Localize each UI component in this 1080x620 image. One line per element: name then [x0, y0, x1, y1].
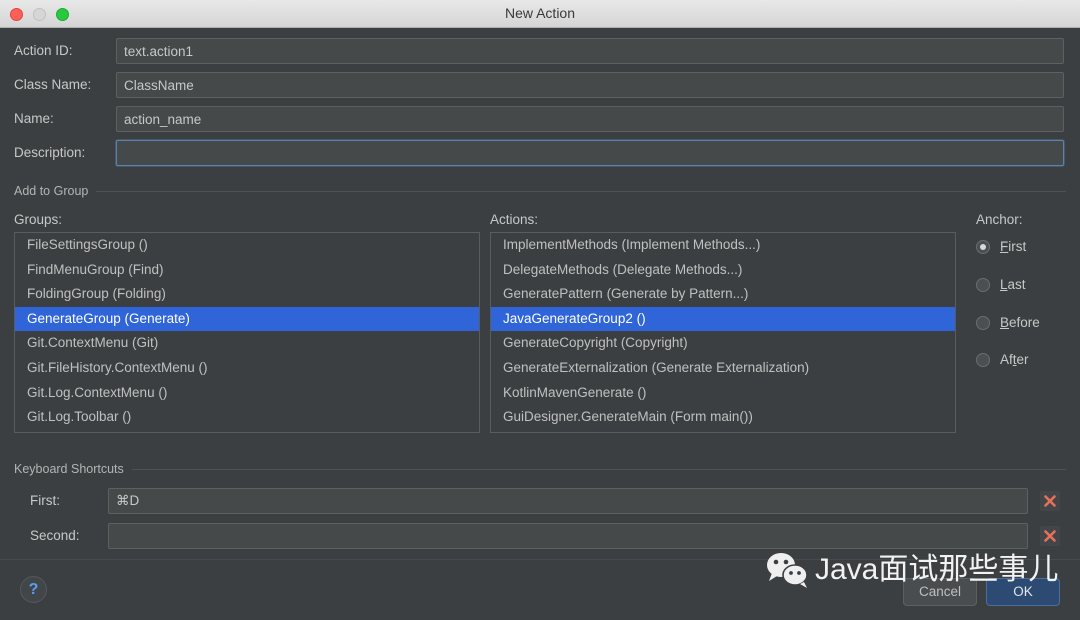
group-item-label: Git.FileHistory.ContextMenu (): [27, 359, 208, 375]
anchor-caption: Anchor:: [976, 212, 1023, 227]
action-item[interactable]: GeneratePattern (Generate by Pattern...): [491, 282, 955, 307]
second-shortcut-input[interactable]: [108, 523, 1028, 549]
group-item[interactable]: Git.Log.ContextMenu (): [15, 381, 479, 406]
action-item-label: ImplementMethods (Implement Methods...): [503, 237, 761, 252]
group-item-label: FileSettingsGroup (): [27, 237, 148, 252]
groups-list[interactable]: FileSettingsGroup () FindMenuGroup (Find)…: [14, 232, 480, 433]
name-label: Name:: [14, 111, 54, 126]
form-row-class-name: Class Name:: [0, 72, 1080, 98]
cancel-button[interactable]: Cancel: [903, 578, 977, 606]
action-item-label: GenerateExternalization (Generate Extern…: [503, 359, 810, 375]
action-item[interactable]: GenerateExternalization (Generate Extern…: [491, 356, 955, 381]
action-item-label: GeneratePattern (Generate by Pattern...): [503, 286, 749, 302]
action-item[interactable]: KotlinMavenGenerate (): [491, 381, 955, 406]
group-item[interactable]: Git.FileHistory.ContextMenu (): [15, 356, 479, 381]
anchor-radio-first[interactable]: First: [976, 236, 1076, 261]
form-row-description: Description:: [0, 140, 1080, 166]
anchor-radio-label: First: [1000, 239, 1027, 254]
footer-divider: [0, 559, 1080, 560]
name-input[interactable]: [116, 106, 1064, 132]
class-name-input[interactable]: [116, 72, 1064, 98]
keyboard-shortcuts-section-header: Keyboard Shortcuts: [0, 461, 1080, 477]
title-bar: New Action: [0, 0, 1080, 28]
radio-indicator: [976, 278, 990, 292]
clear-second-shortcut-button[interactable]: [1040, 526, 1060, 546]
action-item[interactable]: DelegateMethods (Delegate Methods...): [491, 258, 955, 283]
groups-caption: Groups:: [14, 212, 63, 227]
new-action-dialog: New Action Action ID: Class Name: Name: …: [0, 0, 1080, 620]
anchor-radio-label: After: [1000, 352, 1029, 367]
anchor-radio-label: Before: [1000, 315, 1040, 330]
action-item[interactable]: JavaGenerateGroup2 (): [491, 306, 955, 332]
group-item[interactable]: FileSettingsGroup (): [15, 233, 479, 258]
radio-indicator: [976, 240, 990, 254]
radio-indicator: [976, 353, 990, 367]
clear-first-shortcut-button[interactable]: [1040, 491, 1060, 511]
keyboard-shortcuts-label: Keyboard Shortcuts: [14, 461, 132, 477]
group-item-label: Git.Log.ContextMenu (): [27, 384, 168, 400]
action-item[interactable]: ImplementMethods (Implement Methods...): [491, 233, 955, 258]
group-item[interactable]: FoldingGroup (Folding): [15, 282, 479, 307]
anchor-radio-label: Last: [1000, 277, 1026, 292]
form-row-name: Name:: [0, 106, 1080, 132]
group-item[interactable]: Git.Log.Toolbar (): [15, 405, 479, 430]
description-input[interactable]: [116, 140, 1064, 166]
group-item[interactable]: Git.ContextMenu (Git): [15, 331, 479, 356]
anchor-radio-last[interactable]: Last: [976, 274, 1076, 299]
group-item-label: GenerateGroup (Generate): [27, 310, 190, 326]
group-item-label: FoldingGroup (Folding): [27, 286, 166, 302]
anchor-radio-after[interactable]: After: [976, 349, 1076, 374]
action-item-label: KotlinMavenGenerate (): [503, 384, 647, 400]
first-shortcut-label: First:: [30, 493, 60, 508]
form-row-action-id: Action ID:: [0, 38, 1080, 64]
close-x-icon: [1044, 495, 1056, 507]
close-x-icon: [1044, 530, 1056, 542]
action-id-label: Action ID:: [14, 43, 73, 58]
second-shortcut-label: Second:: [30, 528, 80, 543]
action-item-label: DelegateMethods (Delegate Methods...): [503, 261, 743, 277]
ok-button[interactable]: OK: [986, 578, 1060, 606]
radio-indicator: [976, 316, 990, 330]
window-title: New Action: [504, 5, 576, 21]
action-item[interactable]: GuiDesigner.GenerateMain (Form main()): [491, 405, 955, 430]
help-button[interactable]: ?: [20, 576, 47, 603]
group-item-label: Git.Log.Toolbar (): [27, 409, 132, 425]
group-item[interactable]: FindMenuGroup (Find): [15, 258, 479, 283]
description-label: Description:: [14, 145, 86, 160]
wechat-icon: [767, 553, 808, 588]
add-to-group-section-header: Add to Group: [0, 183, 1080, 199]
actions-caption: Actions:: [490, 212, 539, 227]
group-item[interactable]: GenerateGroup (Generate): [15, 306, 479, 332]
group-item-label: Git.ContextMenu (Git): [27, 335, 159, 351]
actions-list[interactable]: ImplementMethods (Implement Methods...) D…: [490, 232, 956, 433]
first-shortcut-input[interactable]: [108, 488, 1028, 514]
add-to-group-label: Add to Group: [14, 183, 97, 199]
action-item-label: JavaGenerateGroup2 (): [503, 310, 646, 326]
action-item-label: GenerateCopyright (Copyright): [503, 335, 688, 351]
action-item[interactable]: GenerateCopyright (Copyright): [491, 331, 955, 356]
anchor-radio-before[interactable]: Before: [976, 312, 1076, 337]
section-divider: [14, 191, 1066, 192]
group-item-label: FindMenuGroup (Find): [27, 261, 164, 277]
class-name-label: Class Name:: [14, 77, 92, 92]
section-divider: [14, 469, 1066, 470]
action-id-input[interactable]: [116, 38, 1064, 64]
action-item-label: GuiDesigner.GenerateMain (Form main()): [503, 409, 753, 425]
